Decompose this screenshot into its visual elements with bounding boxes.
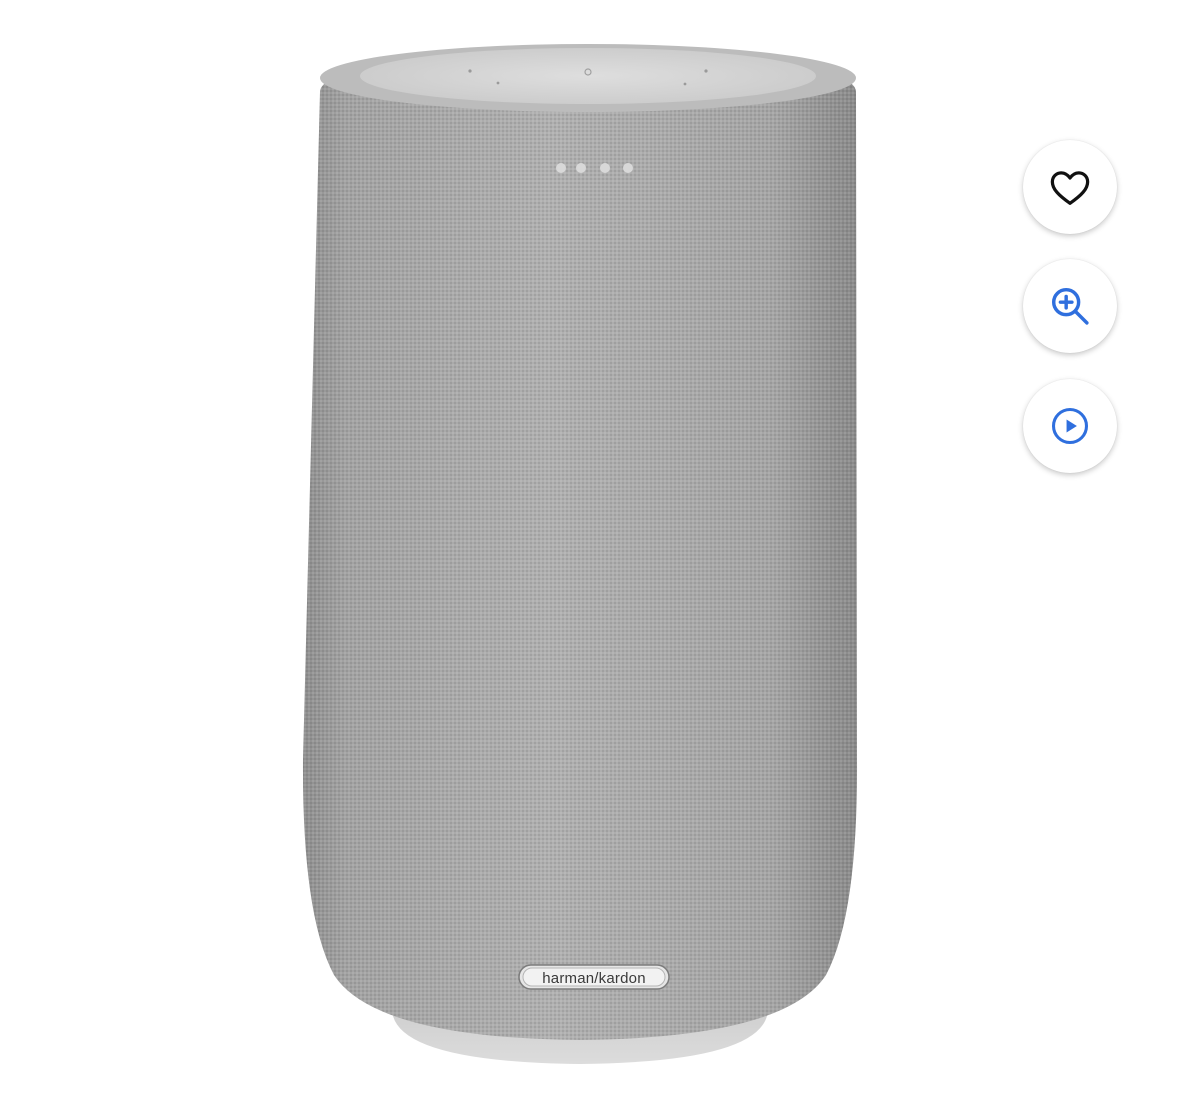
heart-icon (1050, 171, 1090, 205)
product-gallery: harman/kardon (0, 0, 1179, 1114)
brand-logo-badge: harman/kardon (518, 964, 670, 990)
zoom-in-button[interactable] (1023, 259, 1117, 353)
brand-logo-text: harman/kardon (542, 970, 646, 987)
speaker-product-image: harman/kardon (302, 44, 858, 1064)
speaker-top-cap (360, 48, 816, 104)
wishlist-button[interactable] (1023, 140, 1117, 234)
play-icon (1051, 407, 1089, 445)
zoom-in-icon (1051, 287, 1089, 325)
play-video-button[interactable] (1023, 379, 1117, 473)
